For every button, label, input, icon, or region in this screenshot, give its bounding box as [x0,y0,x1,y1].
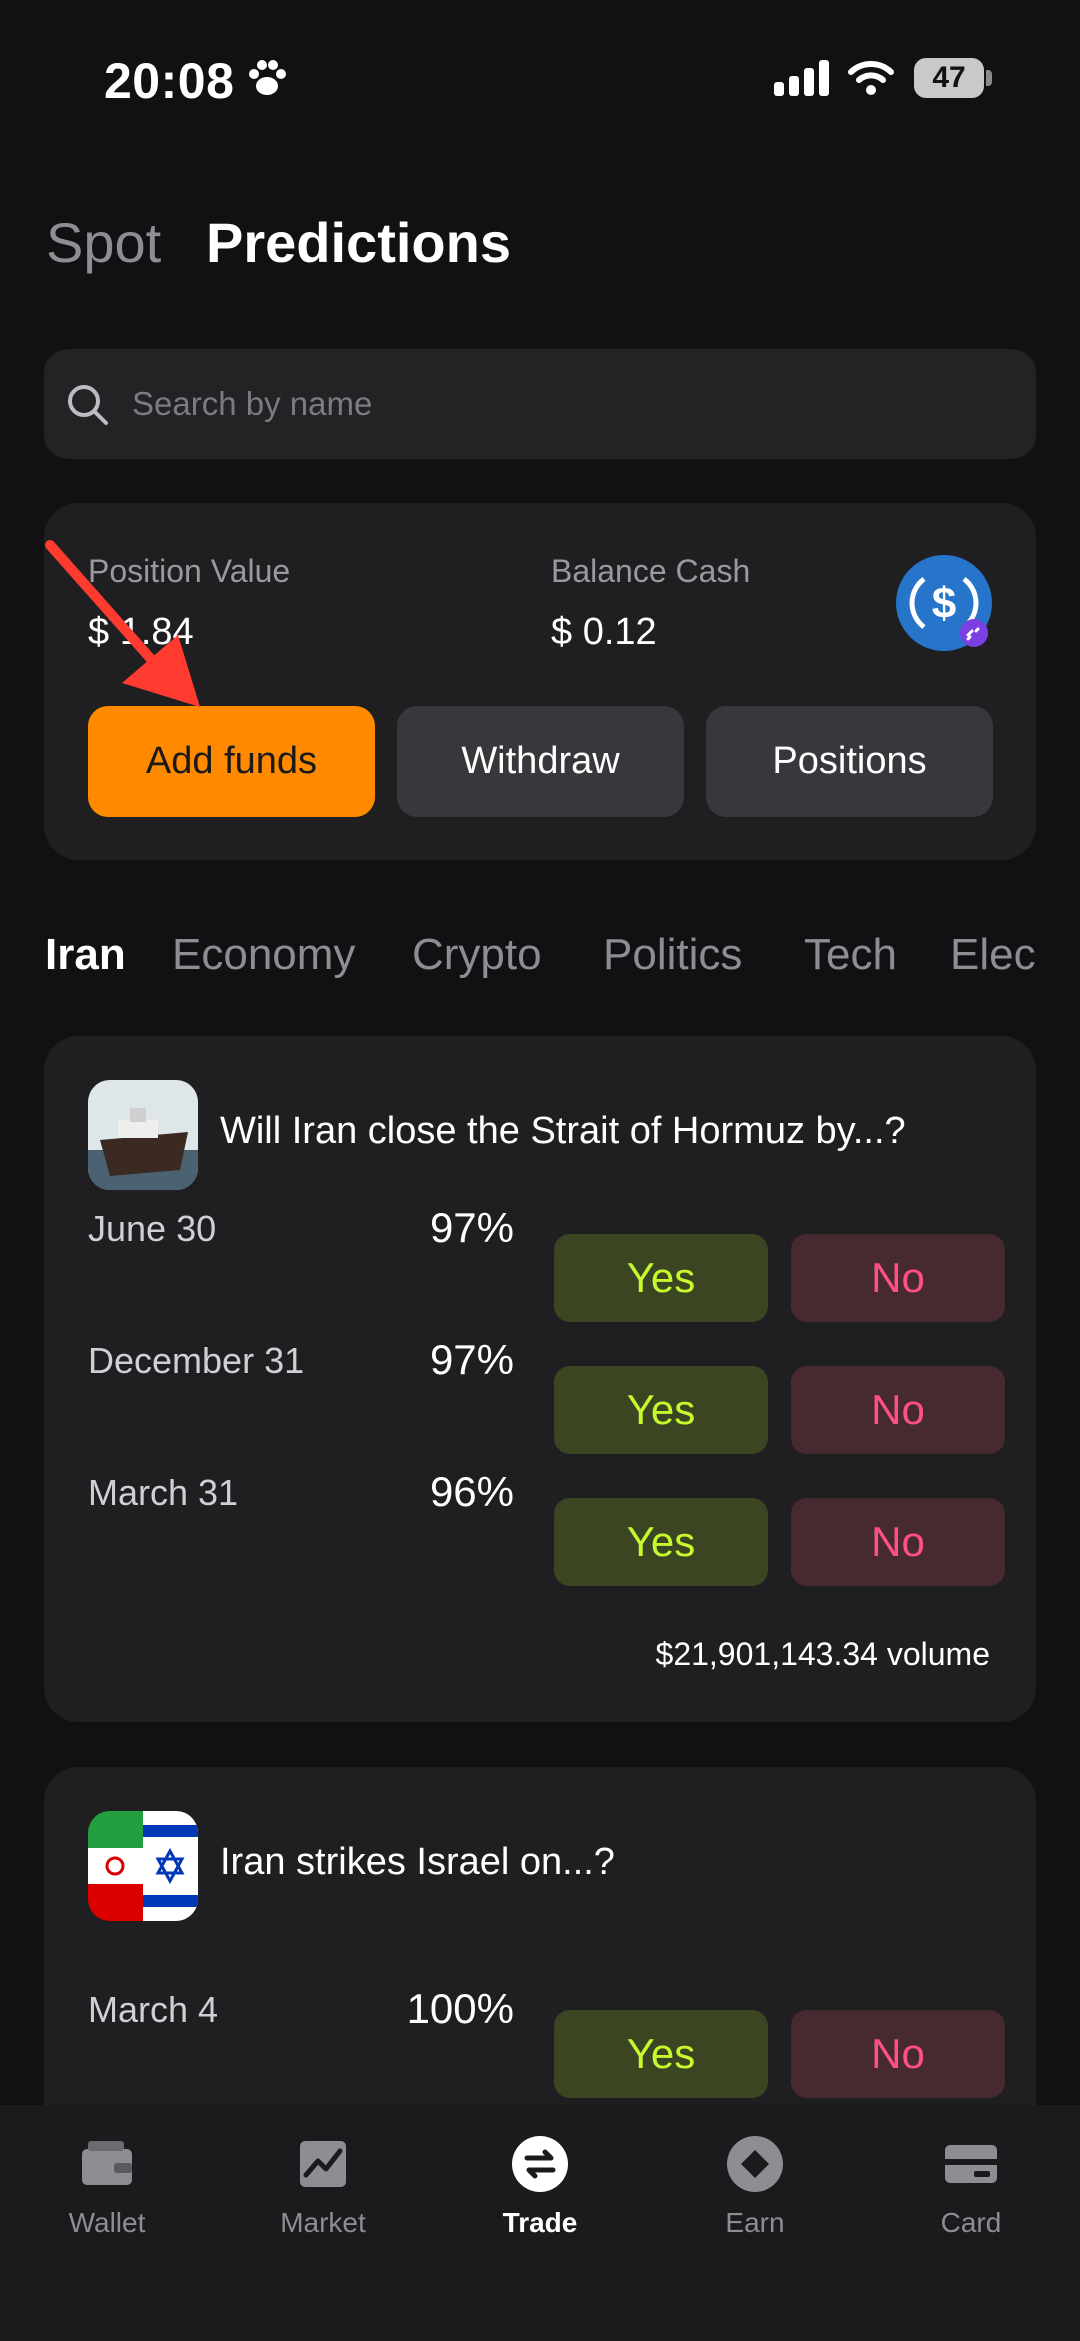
search-bar[interactable] [44,349,1036,459]
nav-label: Wallet [68,2207,146,2238]
svg-text:$: $ [932,579,956,628]
wallet-icon [82,2141,132,2185]
outcome-label: June 30 [88,1208,217,1249]
market-title: Will Iran close the Strait of Hormuz by.… [220,1110,906,1152]
status-time: 20:08 [104,53,235,109]
no-button[interactable]: No [791,2010,1005,2098]
tab-spot[interactable]: Spot [46,210,161,275]
tab-predictions[interactable]: Predictions [206,210,511,275]
predictions-screen: 20:08 47 Spot Predictions Search by name… [0,0,1080,2341]
nav-label: Card [940,2207,1002,2238]
battery-level: 47 [932,61,966,94]
market-volume: $21,901,143.34 volume [655,1636,990,1672]
wifi-icon [848,61,894,95]
bottom-navigation: Wallet Market Trade Earn Card [0,2105,1080,2341]
nav-trade[interactable]: Trade [450,2135,630,2239]
tanker-ship-thumbnail [88,1080,198,1190]
add-funds-button[interactable]: Add funds [88,706,375,817]
category-tab-economy[interactable]: Economy [172,930,355,980]
category-tabs: Iran Economy Crypto Politics Tech Elec [0,930,1040,990]
outcome-label: December 31 [88,1340,305,1381]
outcome-probability: 97% [429,1204,514,1251]
no-button[interactable]: No [791,1234,1005,1322]
category-tab-elections[interactable]: Elec [950,930,1036,980]
yes-button[interactable]: Yes [554,1234,768,1322]
annotation-arrow-icon [45,540,200,707]
search-icon [68,385,108,425]
yes-button[interactable]: Yes [554,2010,768,2098]
outcome-probability: 96% [429,1468,514,1515]
chart-icon [300,2141,346,2187]
balance-cash: $ 0.12 [551,611,657,653]
no-button[interactable]: No [791,1498,1005,1586]
outcome-probability: 100% [406,1985,514,2032]
card-icon [945,2145,997,2183]
cellular-signal-icon [774,60,829,96]
yes-button[interactable]: Yes [554,1498,768,1586]
positions-button[interactable]: Positions [706,706,993,817]
yes-button[interactable]: Yes [554,1366,768,1454]
no-button[interactable]: No [791,1366,1005,1454]
nav-market[interactable]: Market [233,2135,413,2239]
search-input[interactable] [132,379,992,429]
status-bar: 20:08 47 [0,0,1080,160]
nav-label: Earn [725,2207,785,2238]
market-title: Iran strikes Israel on...? [220,1841,615,1883]
swap-icon [512,2136,568,2192]
market-card[interactable]: Will Iran close the Strait of Hormuz by.… [44,1036,1036,1722]
iran-israel-flags-thumbnail [88,1811,198,1921]
battery-icon: 47 [914,58,984,98]
category-tab-tech[interactable]: Tech [804,930,897,980]
outcome-probability: 97% [429,1336,514,1383]
outcome-label: March 31 [88,1472,239,1513]
nav-earn[interactable]: Earn [665,2135,845,2239]
nav-label: Trade [502,2207,578,2238]
nav-card[interactable]: Card [881,2135,1061,2239]
diamond-icon [727,2136,783,2192]
balance-cash-label: Balance Cash [551,553,751,589]
battery-tip [986,70,992,86]
outcome-label: March 4 [88,1989,219,2030]
paw-icon [249,60,286,95]
category-tab-iran[interactable]: Iran [45,930,126,980]
usdc-coin-icon: $ [896,555,992,651]
category-tab-politics[interactable]: Politics [603,930,742,980]
nav-label: Market [280,2207,366,2238]
category-tab-crypto[interactable]: Crypto [412,930,542,980]
nav-wallet[interactable]: Wallet [17,2135,197,2239]
withdraw-button[interactable]: Withdraw [397,706,684,817]
